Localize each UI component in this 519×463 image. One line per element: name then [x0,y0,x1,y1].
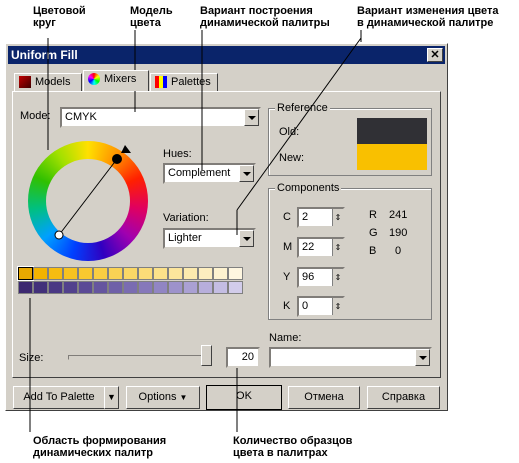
mixers-icon [88,73,100,86]
leader-change-variant [236,37,362,211]
tab-mixers[interactable]: Mixers [83,70,149,91]
callout-leader-lines [29,30,362,432]
